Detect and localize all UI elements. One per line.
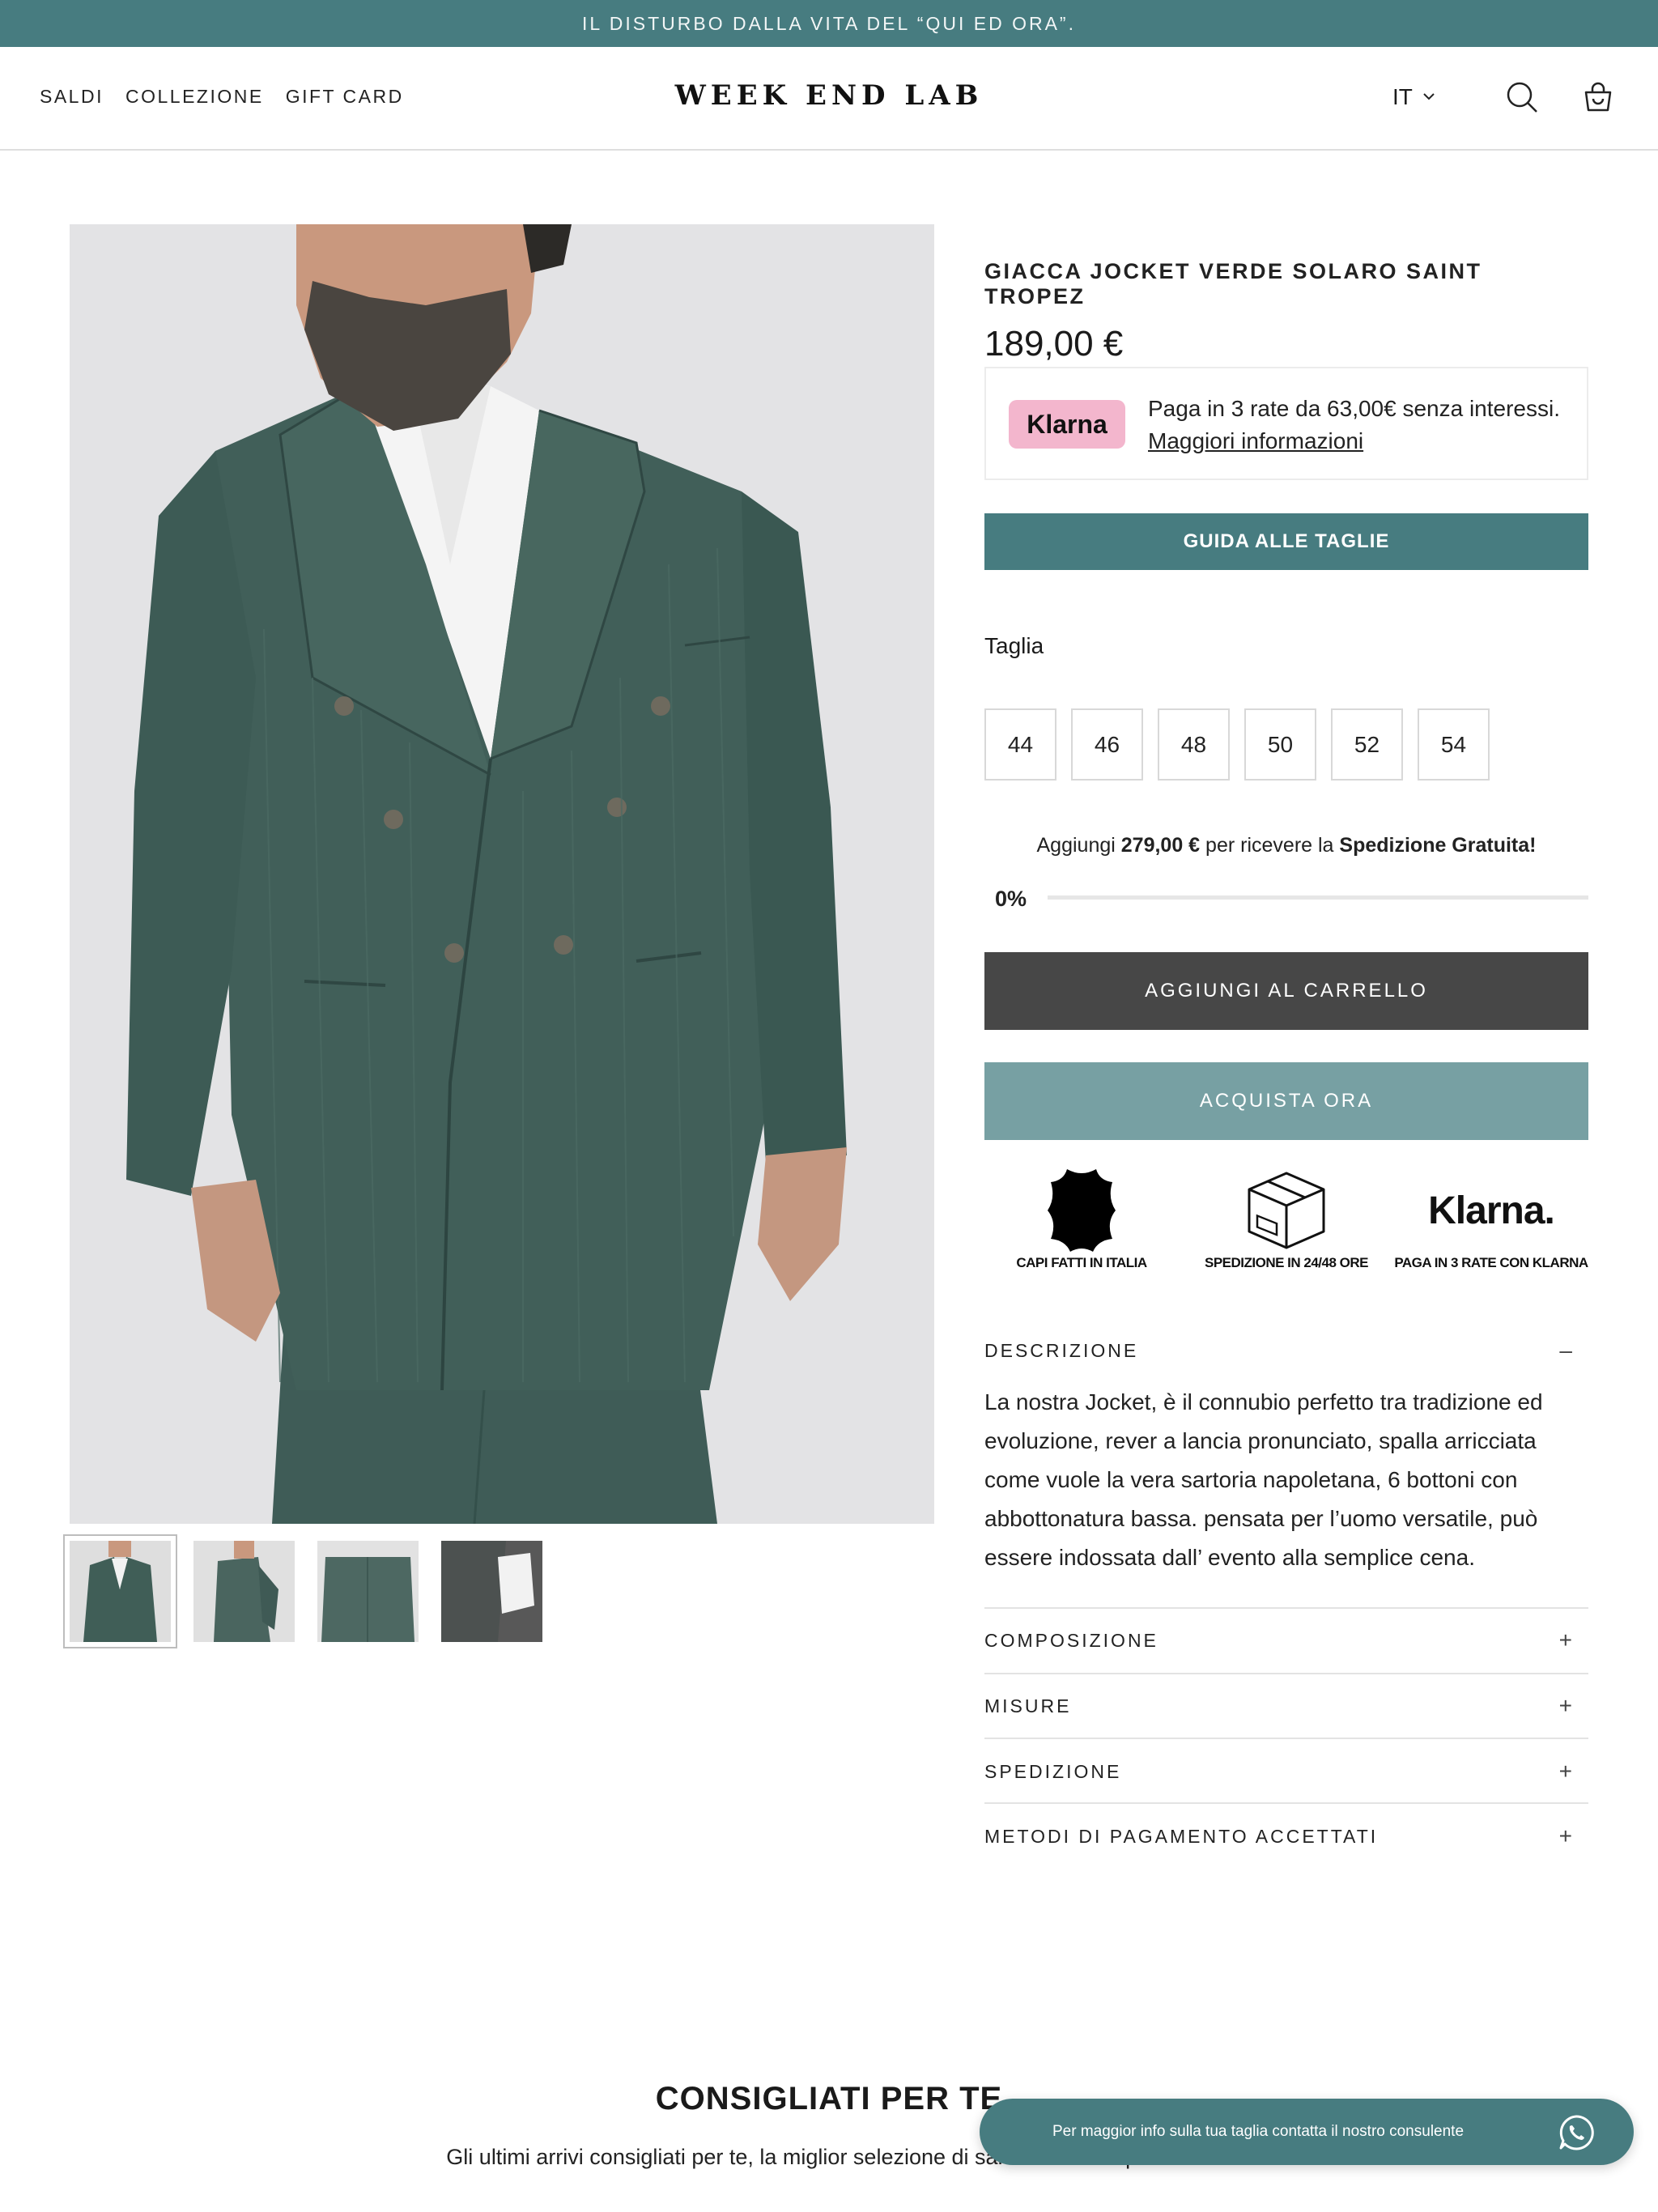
leather-icon bbox=[984, 1166, 1179, 1255]
klarna-more-info-link[interactable]: Maggiori informazioni bbox=[1148, 428, 1363, 453]
klarna-message: Paga in 3 rate da 63,00€ senza interessi… bbox=[1148, 393, 1569, 457]
accordion-title-composizione: COMPOSIZIONE bbox=[984, 1629, 1158, 1651]
badge-klarna-label: PAGA IN 3 RATE CON KLARNA bbox=[1394, 1255, 1588, 1270]
klarna-badge: Klarna bbox=[1009, 400, 1125, 449]
accordion-title-spedizione: SPEDIZIONE bbox=[984, 1760, 1122, 1782]
whatsapp-icon bbox=[1558, 2114, 1595, 2151]
size-option-54[interactable]: 54 bbox=[1418, 708, 1490, 781]
product-title: GIACCA JOCKET VERDE SOLARO SAINT TROPEZ bbox=[984, 259, 1482, 308]
shipping-progress-label: 0% bbox=[995, 887, 1027, 911]
shipping-progress-bar bbox=[1048, 895, 1588, 900]
accordion-title-metodi-pagamento: METODI DI PAGAMENTO ACCETTATI bbox=[984, 1825, 1379, 1847]
thumbnail-side[interactable] bbox=[193, 1541, 295, 1642]
klarna-logo: Klarna. bbox=[1394, 1166, 1588, 1255]
size-label: Taglia bbox=[984, 633, 1044, 658]
search-icon[interactable] bbox=[1504, 79, 1540, 115]
product-info: GIACCA JOCKET VERDE SOLARO SAINT TROPEZ … bbox=[984, 259, 1588, 364]
product-description: La nostra Jocket, è il connubio perfetto… bbox=[984, 1389, 1543, 1570]
add-to-cart-button[interactable]: AGGIUNGI AL CARRELLO bbox=[984, 952, 1588, 1030]
shipping-prefix: Aggiungi bbox=[1036, 834, 1116, 857]
expand-icon: + bbox=[1558, 1823, 1572, 1848]
collapse-icon: – bbox=[1559, 1338, 1572, 1363]
chat-text: Per maggior info sulla tua taglia contat… bbox=[1052, 2123, 1465, 2140]
box-icon bbox=[1189, 1166, 1384, 1255]
expand-icon: + bbox=[1558, 1627, 1572, 1653]
size-option-44[interactable]: 44 bbox=[984, 708, 1056, 781]
badge-made-in-italy-label: CAPI FATTI IN ITALIA bbox=[1016, 1255, 1147, 1270]
accordion-descrizione[interactable]: DESCRIZIONE – bbox=[984, 1338, 1588, 1363]
thumbnail-gallery bbox=[63, 1534, 542, 1648]
thumbnail-detail[interactable] bbox=[441, 1541, 542, 1642]
language-selector[interactable]: IT bbox=[1392, 84, 1437, 110]
size-option-52[interactable]: 52 bbox=[1331, 708, 1403, 781]
size-guide-button[interactable]: GUIDA ALLE TAGLIE bbox=[984, 513, 1588, 570]
size-options: 44 46 48 50 52 54 bbox=[984, 708, 1490, 781]
jacket-photo bbox=[70, 224, 934, 1524]
accordion-title-misure: MISURE bbox=[984, 1695, 1072, 1716]
klarna-installments-box: Klarna Paga in 3 rate da 63,00€ senza in… bbox=[984, 367, 1588, 480]
badge-shipping-label: SPEDIZIONE IN 24/48 ORE bbox=[1204, 1255, 1369, 1270]
divider bbox=[984, 1607, 1588, 1609]
klarna-text: Paga in 3 rate da 63,00€ senza interessi… bbox=[1148, 396, 1561, 421]
thumbnail-front[interactable] bbox=[63, 1534, 177, 1648]
divider bbox=[984, 1738, 1588, 1739]
accordion-metodi-pagamento[interactable]: METODI DI PAGAMENTO ACCETTATI + bbox=[984, 1823, 1588, 1849]
chevron-down-icon bbox=[1421, 84, 1437, 110]
cart-icon[interactable] bbox=[1580, 79, 1616, 115]
shipping-middle: per ricevere la bbox=[1205, 834, 1334, 857]
accordion-title-descrizione: DESCRIZIONE bbox=[984, 1339, 1139, 1361]
accordion-composizione[interactable]: COMPOSIZIONE + bbox=[984, 1627, 1588, 1653]
language-code: IT bbox=[1392, 84, 1413, 109]
buy-now-button[interactable]: ACQUISTA ORA bbox=[984, 1062, 1588, 1140]
accordion-spedizione[interactable]: SPEDIZIONE + bbox=[984, 1759, 1588, 1784]
site-header: SALDI COLLEZIONE GIFT CARD WEEK END LAB … bbox=[0, 47, 1658, 151]
expand-icon: + bbox=[1558, 1693, 1572, 1718]
whatsapp-chat-widget[interactable]: Per maggior info sulla tua taglia contat… bbox=[980, 2099, 1634, 2165]
divider bbox=[984, 1673, 1588, 1674]
divider bbox=[984, 1802, 1588, 1804]
size-option-48[interactable]: 48 bbox=[1158, 708, 1230, 781]
product-main-image[interactable] bbox=[70, 224, 934, 1524]
expand-icon: + bbox=[1558, 1759, 1572, 1784]
trust-badges: CAPI FATTI IN ITALIA SPEDIZIONE IN 24/48… bbox=[984, 1166, 1588, 1279]
klarna-logo-text: Klarna. bbox=[1428, 1189, 1555, 1232]
product-price: 189,00 € bbox=[984, 324, 1124, 364]
badge-klarna: Klarna. PAGA IN 3 RATE CON KLARNA bbox=[1394, 1166, 1588, 1271]
announcement-bar: IL DISTURBO DALLA VITA DEL “QUI ED ORA”. bbox=[0, 0, 1658, 47]
shipping-highlight: Spedizione Gratuita! bbox=[1339, 834, 1537, 857]
size-option-50[interactable]: 50 bbox=[1244, 708, 1316, 781]
accordion-misure[interactable]: MISURE + bbox=[984, 1693, 1588, 1719]
badge-shipping: SPEDIZIONE IN 24/48 ORE bbox=[1189, 1166, 1384, 1271]
announcement-text: IL DISTURBO DALLA VITA DEL “QUI ED ORA”. bbox=[582, 12, 1076, 34]
size-option-46[interactable]: 46 bbox=[1071, 708, 1143, 781]
badge-made-in-italy: CAPI FATTI IN ITALIA bbox=[984, 1166, 1179, 1271]
thumbnail-back[interactable] bbox=[317, 1541, 419, 1642]
free-shipping-message: Aggiungi 279,00 € per ricevere la Spediz… bbox=[984, 834, 1588, 857]
shipping-amount: 279,00 € bbox=[1120, 834, 1201, 857]
